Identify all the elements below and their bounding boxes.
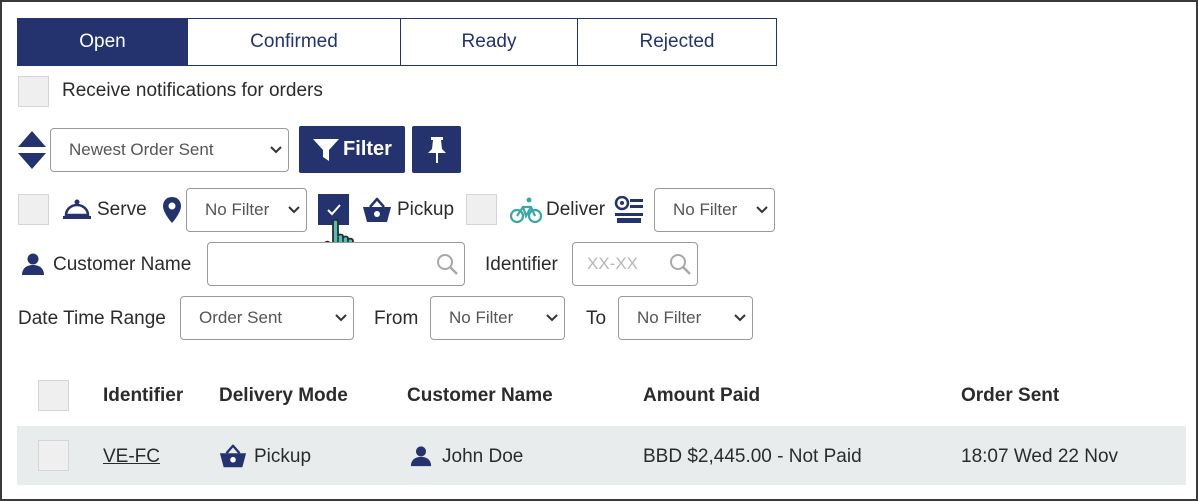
pin-button[interactable] xyxy=(412,126,461,173)
from-label: From xyxy=(374,308,419,329)
sort-select-value: Newest Order Sent xyxy=(69,140,214,159)
date-range-type-select[interactable]: Order Sent xyxy=(180,296,354,340)
deliver-checkbox[interactable] xyxy=(466,194,497,225)
order-identifier-link[interactable]: VE-FC xyxy=(103,446,160,468)
date-range-type-value: Order Sent xyxy=(199,308,283,327)
customer-name-cell: John Doe xyxy=(442,446,524,467)
deliver-select-value: No Filter xyxy=(673,200,738,219)
chevron-down-icon xyxy=(282,205,306,215)
serve-label: Serve xyxy=(97,199,147,220)
basket-icon xyxy=(363,197,391,222)
customer-name-input[interactable] xyxy=(207,242,465,286)
header-customer-name[interactable]: Customer Name xyxy=(407,385,553,407)
deliver-label: Deliver xyxy=(546,199,606,220)
chevron-down-icon xyxy=(750,205,774,215)
user-icon xyxy=(410,446,432,467)
location-select[interactable]: No Filter xyxy=(186,188,307,232)
to-label: To xyxy=(586,308,607,329)
identifier-label: Identifier xyxy=(485,254,558,275)
serve-checkbox[interactable] xyxy=(18,194,49,225)
search-icon xyxy=(430,253,464,275)
chevron-down-icon xyxy=(540,313,564,323)
to-select[interactable]: No Filter xyxy=(618,296,753,340)
sort-select[interactable]: Newest Order Sent xyxy=(50,128,289,172)
order-status-tabs: Open Confirmed Ready Rejected xyxy=(17,18,777,66)
delivery-settings-icon xyxy=(614,196,643,223)
chevron-down-icon xyxy=(329,313,353,323)
chevron-down-icon xyxy=(264,145,288,155)
tab-rejected[interactable]: Rejected xyxy=(578,18,777,66)
identifier-input[interactable]: XX-XX xyxy=(572,242,698,286)
deliver-select[interactable]: No Filter xyxy=(654,188,775,232)
identifier-placeholder: XX-XX xyxy=(587,254,639,273)
tab-ready[interactable]: Ready xyxy=(401,18,578,66)
notifications-label: Receive notifications for orders xyxy=(62,80,323,101)
tab-open[interactable]: Open xyxy=(17,18,188,66)
sort-arrows-icon[interactable] xyxy=(17,130,47,170)
date-time-range-label: Date Time Range xyxy=(18,308,166,329)
user-icon xyxy=(22,253,44,275)
pin-icon xyxy=(427,136,446,163)
tab-confirmed[interactable]: Confirmed xyxy=(188,18,401,66)
header-order-sent[interactable]: Order Sent xyxy=(961,385,1059,407)
basket-icon xyxy=(219,444,247,468)
amount-paid-cell: BBD $2,445.00 - Not Paid xyxy=(643,446,862,467)
pickup-label: Pickup xyxy=(397,199,455,220)
customer-name-label: Customer Name xyxy=(53,254,192,275)
filter-icon xyxy=(313,138,340,161)
filter-button[interactable]: Filter xyxy=(299,126,405,173)
filter-button-label: Filter xyxy=(343,138,392,160)
cloche-icon xyxy=(63,199,91,219)
from-select-value: No Filter xyxy=(449,308,514,327)
location-pin-icon xyxy=(163,197,181,223)
order-sent-cell: 18:07 Wed 22 Nov xyxy=(961,446,1119,467)
header-amount-paid[interactable]: Amount Paid xyxy=(643,385,760,407)
header-delivery-mode[interactable]: Delivery Mode xyxy=(219,385,348,407)
notifications-checkbox[interactable] xyxy=(18,76,49,107)
select-all-checkbox[interactable] xyxy=(38,380,69,411)
location-select-value: No Filter xyxy=(205,200,270,219)
from-select[interactable]: No Filter xyxy=(430,296,565,340)
search-icon xyxy=(663,253,697,275)
row-checkbox[interactable] xyxy=(38,440,69,471)
delivery-mode-cell: Pickup xyxy=(254,446,312,467)
chevron-down-icon xyxy=(728,313,752,323)
bicycle-icon xyxy=(510,197,542,224)
checkmark-icon xyxy=(327,204,341,216)
header-identifier[interactable]: Identifier xyxy=(103,385,183,407)
to-select-value: No Filter xyxy=(637,308,702,327)
